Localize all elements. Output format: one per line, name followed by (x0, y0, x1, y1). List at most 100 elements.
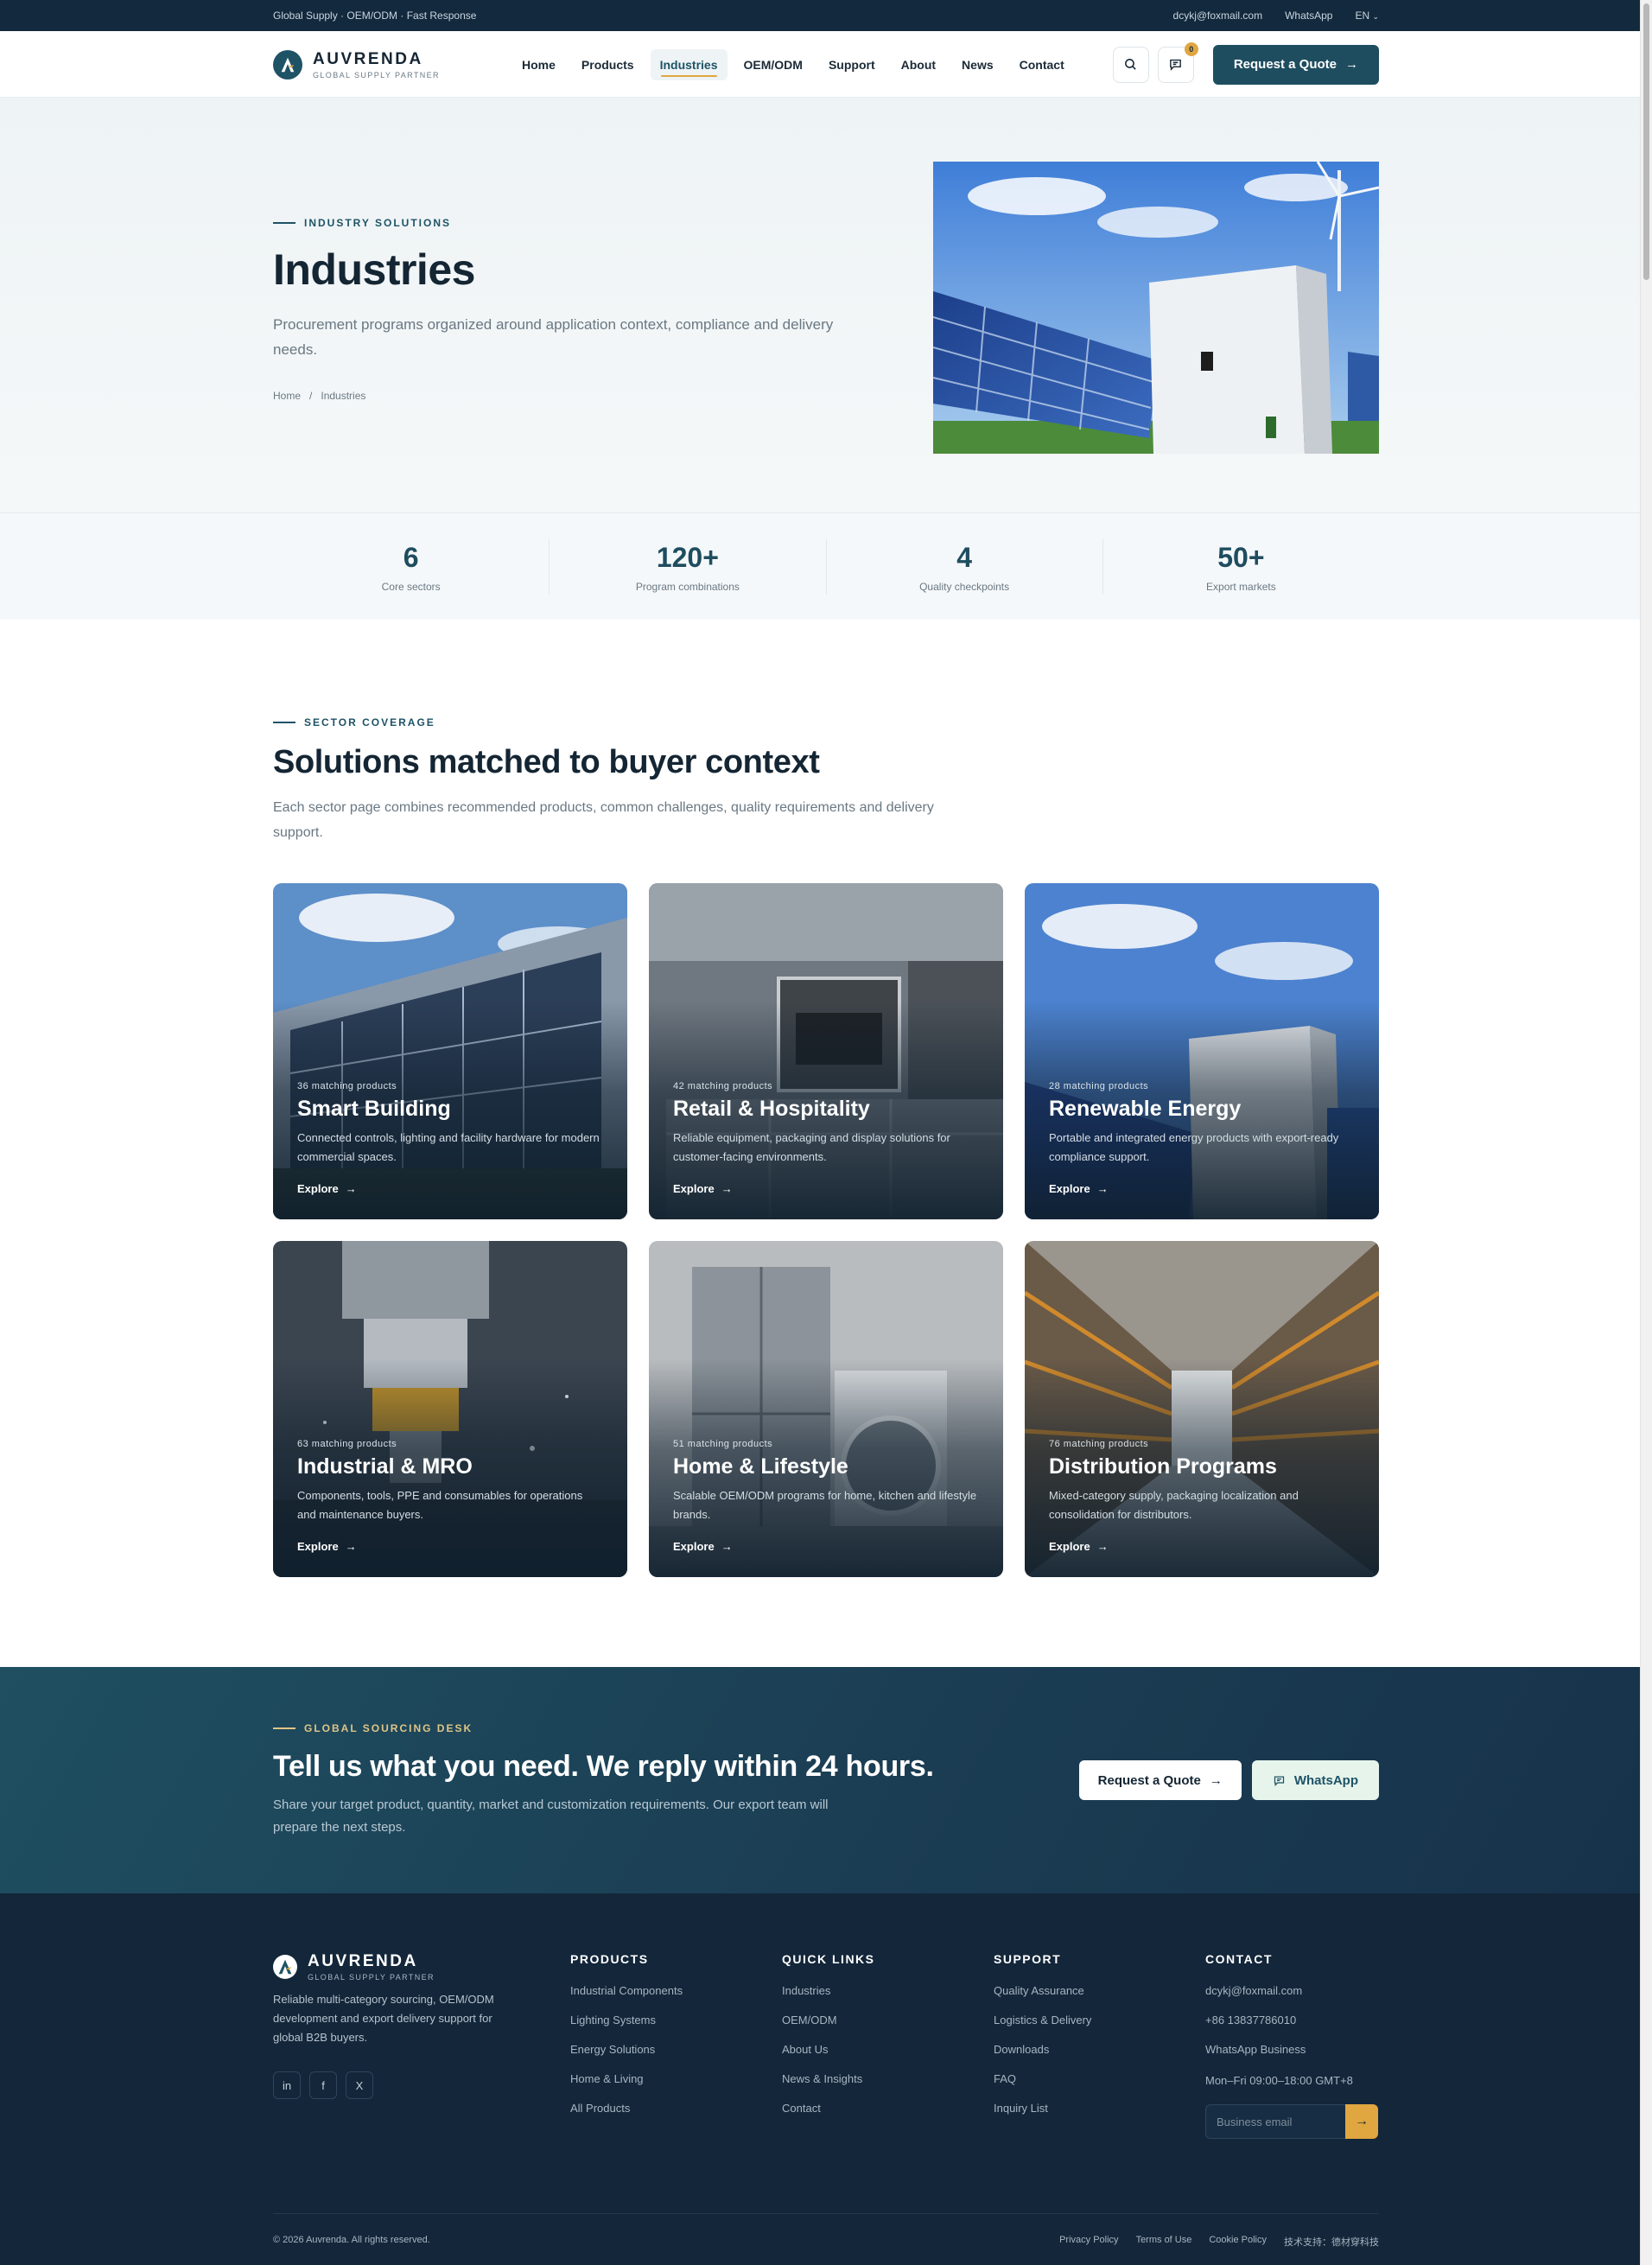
hero-description: Procurement programs organized around ap… (273, 316, 834, 358)
card-title: Renewable Energy (1049, 1097, 1242, 1121)
nav-contact[interactable]: Contact (1010, 49, 1074, 80)
search-button[interactable] (1112, 46, 1149, 83)
business-email-input[interactable]: Business email (1205, 2104, 1345, 2139)
sector-card-renewable-energy[interactable]: 28 matching products Renewable Energy Po… (1025, 883, 1379, 1219)
footer-link[interactable]: OEM/ODM (782, 2013, 994, 2028)
explore-link[interactable]: Explore → (1049, 1182, 1355, 1195)
footer-link[interactable]: All Products (570, 2101, 782, 2116)
newsletter-submit-button[interactable]: → (1345, 2104, 1378, 2139)
explore-link[interactable]: Explore → (673, 1182, 979, 1195)
brand-name: AUVRENDA (313, 49, 423, 68)
nav-products[interactable]: Products (572, 49, 644, 80)
facebook-icon[interactable]: f (309, 2071, 337, 2099)
cookie-policy-link[interactable]: Cookie Policy (1209, 2235, 1267, 2249)
sector-card-retail-hospitality[interactable]: 42 matching products Retail & Hospitalit… (649, 883, 1003, 1219)
inquiry-list-button[interactable]: 0 (1157, 41, 1198, 83)
site-logo[interactable]: AUVRENDA GLOBAL SUPPLY PARTNER (273, 49, 512, 80)
card-product-count: 42 matching products (673, 1081, 773, 1091)
cta-request-quote-button[interactable]: Request a Quote → (1078, 1760, 1242, 1800)
nav-news[interactable]: News (952, 49, 1003, 80)
newsletter-form: Business email → (1205, 2104, 1378, 2139)
footer-link[interactable]: Home & Living (570, 2071, 782, 2087)
cta-whatsapp-button[interactable]: WhatsApp (1251, 1760, 1379, 1800)
explore-label: Explore (1049, 1540, 1090, 1553)
language-label: EN (1355, 10, 1370, 22)
footer-link[interactable]: Quality Assurance (994, 1983, 1205, 1999)
card-product-count: 76 matching products (1049, 1439, 1149, 1449)
arrow-right-icon: → (1096, 1182, 1109, 1195)
sector-card-industrial-mro[interactable]: 63 matching products Industrial & MRO Co… (273, 1241, 627, 1577)
explore-link[interactable]: Explore → (297, 1182, 603, 1195)
footer-link[interactable]: Lighting Systems (570, 2013, 782, 2028)
footer-link[interactable]: Industries (782, 1983, 994, 1999)
explore-label: Explore (673, 1540, 715, 1553)
footer-bottom-bar: © 2026 Auvrenda. All rights reserved. Pr… (273, 2213, 1379, 2249)
footer-link[interactable]: Energy Solutions (570, 2042, 782, 2058)
footer-products-column: PRODUCTS Industrial Components Lighting … (570, 1952, 782, 2139)
footer-logo[interactable]: AUVRENDA GLOBAL SUPPLY PARTNER (273, 1952, 512, 1982)
footer-link[interactable]: Logistics & Delivery (994, 2013, 1205, 2028)
topbar-whatsapp-link[interactable]: WhatsApp (1285, 10, 1332, 22)
nav-about[interactable]: About (892, 49, 945, 80)
explore-link[interactable]: Explore → (673, 1540, 979, 1553)
topbar-tagline: Global Supply · OEM/ODM · Fast Response (273, 10, 477, 22)
explore-label: Explore (297, 1182, 339, 1195)
linkedin-icon[interactable]: in (273, 2071, 301, 2099)
footer-about: Reliable multi-category sourcing, OEM/OD… (273, 1993, 494, 2044)
sector-card-home-lifestyle[interactable]: 51 matching products Home & Lifestyle Sc… (649, 1241, 1003, 1577)
explore-link[interactable]: Explore → (297, 1540, 603, 1553)
sector-card-smart-building[interactable]: 36 matching products Smart Building Conn… (273, 883, 627, 1219)
footer-link[interactable]: Industrial Components (570, 1983, 782, 1999)
arrow-right-icon: → (345, 1540, 357, 1553)
card-description: Mixed-category supply, packaging localiz… (1049, 1489, 1299, 1521)
card-description: Portable and integrated energy products … (1049, 1131, 1339, 1163)
scrollbar-thumb[interactable] (1643, 3, 1649, 280)
nav-home[interactable]: Home (512, 49, 565, 80)
stat-value: 50+ (1217, 541, 1265, 573)
breadcrumb-home[interactable]: Home (273, 390, 301, 402)
card-product-count: 28 matching products (1049, 1081, 1149, 1091)
stat-label: Quality checkpoints (919, 580, 1010, 593)
card-description: Reliable equipment, packaging and displa… (673, 1131, 950, 1163)
arrow-right-icon: → (1345, 57, 1358, 72)
explore-link[interactable]: Explore → (1049, 1540, 1355, 1553)
main-nav: Home Products Industries OEM/ODM Support… (512, 48, 1113, 80)
x-twitter-icon[interactable]: X (346, 2071, 373, 2099)
chevron-down-icon: ⌄ (1372, 12, 1379, 21)
sector-card-distribution-programs[interactable]: 76 matching products Distribution Progra… (1025, 1241, 1379, 1577)
cta-description: Share your target product, quantity, mar… (273, 1797, 829, 1835)
top-bar: Global Supply · OEM/ODM · Fast Response … (0, 0, 1652, 31)
card-description: Scalable OEM/ODM programs for home, kitc… (673, 1489, 977, 1521)
terms-link[interactable]: Terms of Use (1136, 2235, 1192, 2249)
request-quote-button[interactable]: Request a Quote → (1212, 44, 1379, 85)
nav-support[interactable]: Support (819, 49, 885, 80)
explore-label: Explore (297, 1540, 339, 1553)
topbar-email-link[interactable]: dcykj@foxmail.com (1173, 10, 1263, 22)
sectors-eyebrow: SECTOR COVERAGE (273, 716, 1379, 728)
card-product-count: 51 matching products (673, 1439, 773, 1449)
footer-link[interactable]: Inquiry List (994, 2101, 1205, 2116)
footer-contact-email[interactable]: dcykj@foxmail.com (1205, 1983, 1378, 1999)
cta-quote-label: Request a Quote (1097, 1772, 1201, 1788)
nav-industries[interactable]: Industries (650, 48, 728, 80)
chat-icon (1274, 1776, 1284, 1786)
tech-support-link[interactable]: 技术支持：德材穿科技 (1284, 2235, 1379, 2249)
nav-oem-odm[interactable]: OEM/ODM (734, 49, 812, 80)
stat-quality-checkpoints: 4 Quality checkpoints (827, 539, 1103, 595)
arrow-right-icon: → (1096, 1540, 1109, 1553)
cta-eyebrow: GLOBAL SOURCING DESK (273, 1722, 934, 1734)
footer-link[interactable]: News & Insights (782, 2071, 994, 2087)
page-scrollbar[interactable] (1640, 0, 1652, 2265)
card-title: Home & Lifestyle (673, 1454, 848, 1479)
footer-contact-whatsapp[interactable]: WhatsApp Business (1205, 2042, 1378, 2058)
privacy-policy-link[interactable]: Privacy Policy (1059, 2235, 1118, 2249)
social-links: in f X (273, 2071, 570, 2099)
inquiry-count-badge: 0 (1184, 41, 1198, 56)
language-selector[interactable]: EN ⌄ (1355, 10, 1379, 22)
card-product-count: 36 matching products (297, 1081, 397, 1091)
footer-link[interactable]: Contact (782, 2101, 994, 2116)
footer-link[interactable]: Downloads (994, 2042, 1205, 2058)
footer-contact-phone[interactable]: +86 13837786010 (1205, 2013, 1378, 2028)
footer-link[interactable]: FAQ (994, 2071, 1205, 2087)
footer-link[interactable]: About Us (782, 2042, 994, 2058)
